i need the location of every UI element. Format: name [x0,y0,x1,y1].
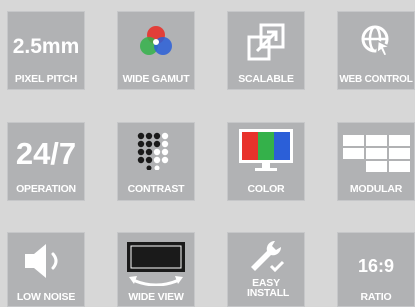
color-label: COLOR [247,183,285,195]
speaker-icon [25,244,58,278]
wide-view-label: WIDE VIEW [128,291,184,303]
tile-color: COLOR [227,122,305,201]
operation-label: OPERATION [16,183,76,195]
modular-panels-icon [343,135,410,172]
scalable-label: SCALABLE [238,73,294,85]
tile-easy-install: EASY INSTALL [227,232,305,307]
rgb-circles-icon [140,26,172,55]
wrench-check-icon [251,240,285,273]
tile-wide-gamut: WIDE GAMUT [117,11,195,90]
tile-contrast: CONTRAST [117,122,195,201]
contrast-label: CONTRAST [127,183,185,195]
modular-label: MODULAR [349,183,403,195]
tile-web-control: WEB CONTROL [337,11,415,90]
tile-pixel-pitch: 2.5mm PIXEL PITCH [7,11,85,90]
tile-wide-view: WIDE VIEW [117,232,195,307]
low-noise-label: LOW NOISE [16,291,76,303]
pixel-pitch-label: PIXEL PITCH [14,73,78,85]
tile-low-noise: LOW NOISE [7,232,85,307]
wide-gamut-label: WIDE GAMUT [122,73,190,85]
contrast-dots-icon [137,132,169,170]
ratio-value: 16:9 [357,256,395,276]
tile-operation: 24/7 OPERATION [7,122,85,201]
operation-value: 24/7 [15,136,77,171]
pixel-pitch-value: 2.5mm [12,35,80,58]
color-monitor-icon [239,129,293,171]
expand-arrows-icon [247,23,285,61]
globe-cursor-icon [361,25,393,57]
web-control-label: WEB CONTROL [339,74,413,85]
ratio-label: RATIO [360,291,392,303]
wide-view-screen-icon [127,242,185,286]
easy-install-label: EASY INSTALL [247,277,290,299]
tile-ratio: 16:9 RATIO [337,232,415,307]
tile-modular: MODULAR [337,122,415,201]
tile-scalable: SCALABLE [227,11,305,90]
